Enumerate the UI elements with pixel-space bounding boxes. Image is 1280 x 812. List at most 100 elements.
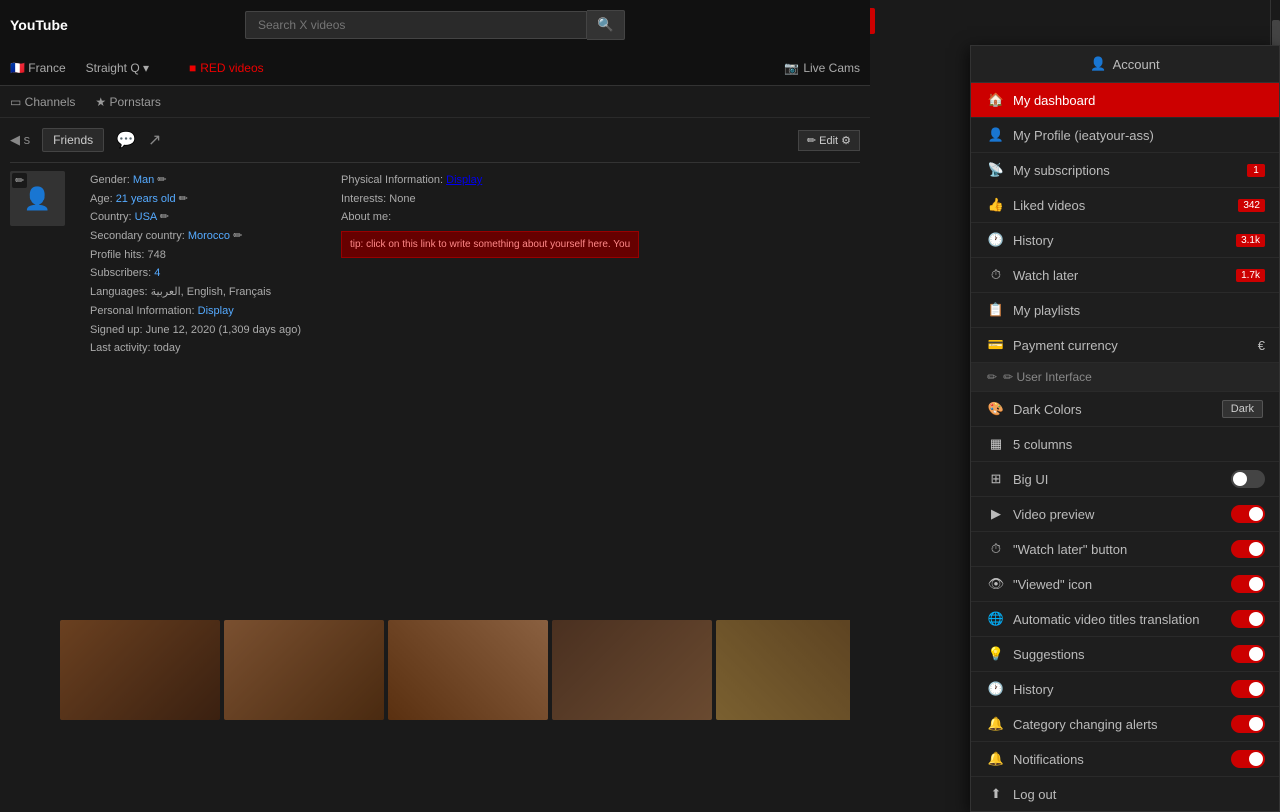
menu-item-colors[interactable]: 🎨 Dark Colors Dark (971, 392, 1279, 427)
video-preview-toggle[interactable] (1231, 505, 1265, 523)
interests-field: Interests: None (341, 190, 639, 209)
search-input[interactable] (245, 11, 587, 39)
watchlater-btn-icon: ⏱ (987, 541, 1005, 557)
red-notice: tip: click on this link to write somethi… (341, 231, 639, 258)
physical-display-link[interactable]: Display (446, 174, 482, 186)
menu-item-playlists[interactable]: 📋 My playlists (971, 293, 1279, 328)
avatar: 👤 ✏ (10, 171, 65, 226)
thumbnail-4[interactable] (552, 620, 712, 720)
nav-france[interactable]: 🇫🇷 France (10, 61, 66, 75)
subscriptions-badge: 1 (1247, 164, 1265, 177)
nav-straight[interactable]: Straight Q ▾ (86, 61, 149, 75)
menu-item-notifications[interactable]: 🔔 Notifications (971, 742, 1279, 777)
gender-field: Gender: Man ✏ (90, 171, 301, 190)
history-toggle[interactable] (1231, 680, 1265, 698)
profile-info: Gender: Man ✏ Age: 21 years old ✏ Countr… (90, 171, 301, 358)
search-button[interactable]: 🔍 (587, 10, 625, 40)
menu-item-auto-translate[interactable]: 🌐 Automatic video titles translation (971, 602, 1279, 637)
dashboard-label: My dashboard (1013, 93, 1095, 108)
physical-info: Physical Information: Display Interests:… (341, 171, 639, 358)
thumbnail-1[interactable] (60, 620, 220, 720)
site-logo: YouTube (10, 17, 68, 33)
thumbnails-row (60, 620, 850, 720)
category-alerts-toggle[interactable] (1231, 715, 1265, 733)
big-ui-icon: ⊞ (987, 471, 1005, 487)
big-ui-toggle[interactable] (1231, 470, 1265, 488)
menu-item-payment[interactable]: 💳 Payment currency € (971, 328, 1279, 363)
nav-pornstars[interactable]: ★ Pornstars (95, 95, 160, 109)
viewed-icon-label: "Viewed" icon (1013, 577, 1092, 592)
watchlater-btn-toggle[interactable] (1231, 540, 1265, 558)
notifications-icon: 🔔 (987, 751, 1005, 767)
liked-badge: 342 (1238, 199, 1265, 212)
menu-item-big-ui[interactable]: ⊞ Big UI (971, 462, 1279, 497)
thumbnail-5[interactable] (716, 620, 850, 720)
age-link[interactable]: 21 years old (116, 193, 176, 205)
sec-nav-arrow[interactable]: ◀ s (10, 132, 30, 148)
menu-item-dashboard[interactable]: 🏠 My dashboard (971, 83, 1279, 118)
message-icon[interactable]: 💬 (116, 130, 136, 150)
playlists-label: My playlists (1013, 303, 1080, 318)
menu-item-watchlater[interactable]: ⏱ Watch later 1.7k (971, 258, 1279, 293)
profile-icon: 👤 (987, 127, 1005, 143)
dropdown-title: Account (1113, 57, 1160, 72)
liked-icon: 👍 (987, 197, 1005, 213)
languages-field: Languages: العربية, English, Français (90, 283, 301, 302)
friends-button[interactable]: Friends (42, 128, 104, 152)
nav-red-videos[interactable]: ■ RED videos (189, 61, 264, 75)
auto-translate-toggle[interactable] (1231, 610, 1265, 628)
menu-item-viewed-icon[interactable]: 👁 "Viewed" icon (971, 567, 1279, 602)
payment-icon: 💳 (987, 337, 1005, 353)
payment-currency: € (1258, 338, 1265, 353)
history-icon: 🕐 (987, 232, 1005, 248)
category-alerts-label: Category changing alerts (1013, 717, 1158, 732)
menu-item-video-preview[interactable]: ▶ Video preview (971, 497, 1279, 532)
menu-item-logout[interactable]: ⬆ Log out (971, 777, 1279, 811)
personal-info-field: Personal Information: Display (90, 302, 301, 321)
last-activity-field: Last activity: today (90, 339, 301, 358)
secondary-country-link[interactable]: Morocco (188, 230, 230, 242)
menu-item-watchlater-btn[interactable]: ⏱ "Watch later" button (971, 532, 1279, 567)
colors-icon: 🎨 (987, 401, 1005, 417)
profile-content: 👤 ✏ Gender: Man ✏ Age: 21 years old ✏ Co… (10, 171, 860, 358)
edit-button[interactable]: ✏ Edit ⚙ (798, 130, 860, 151)
menu-item-suggestions[interactable]: 💡 Suggestions (971, 637, 1279, 672)
secondary-country-field: Secondary country: Morocco ✏ (90, 227, 301, 246)
history-badge: 3.1k (1236, 234, 1265, 247)
menu-item-subscriptions[interactable]: 📡 My subscriptions 1 (971, 153, 1279, 188)
menu-item-columns[interactable]: ▦ 5 columns (971, 427, 1279, 462)
menu-item-category-alerts[interactable]: 🔔 Category changing alerts (971, 707, 1279, 742)
menu-item-history[interactable]: 🕐 History 3.1k (971, 223, 1279, 258)
profile-hits-field: Profile hits: 748 (90, 246, 301, 265)
logout-icon: ⬆ (987, 786, 1005, 802)
dropdown-header: 👤 Account (971, 46, 1279, 83)
physical-field: Physical Information: Display (341, 171, 639, 190)
country-field: Country: USA ✏ (90, 208, 301, 227)
suggestions-label: Suggestions (1013, 647, 1085, 662)
liked-label: Liked videos (1013, 198, 1085, 213)
suggestions-toggle[interactable] (1231, 645, 1265, 663)
history-toggle-label: History (1013, 682, 1053, 697)
viewed-icon-toggle[interactable] (1231, 575, 1265, 593)
share-icon[interactable]: ↗ (148, 130, 161, 150)
notifications-toggle[interactable] (1231, 750, 1265, 768)
search-bar: 🔍 (245, 10, 625, 40)
thumbnail-2[interactable] (224, 620, 384, 720)
menu-item-history-toggle[interactable]: 🕐 History (971, 672, 1279, 707)
nav-channels[interactable]: ▭ Channels (10, 95, 75, 109)
gender-link[interactable]: Man (133, 174, 154, 186)
menu-item-liked[interactable]: 👍 Liked videos 342 (971, 188, 1279, 223)
watchlater-label: Watch later (1013, 268, 1078, 283)
subscriptions-label: My subscriptions (1013, 163, 1110, 178)
dashboard-icon: 🏠 (987, 92, 1005, 108)
country-link[interactable]: USA (135, 211, 157, 223)
personal-info-link[interactable]: Display (198, 305, 234, 317)
subscribers-link[interactable]: 4 (154, 267, 160, 279)
about-field: About me: (341, 208, 639, 227)
nav-live-cams[interactable]: 📷 Live Cams (784, 61, 860, 75)
thumbnail-3[interactable] (388, 620, 548, 720)
edit-avatar-button[interactable]: ✏ (12, 173, 27, 188)
menu-item-profile[interactable]: 👤 My Profile (ieatyour-ass) (971, 118, 1279, 153)
auto-translate-label: Automatic video titles translation (1013, 612, 1199, 627)
video-preview-label: Video preview (1013, 507, 1094, 522)
